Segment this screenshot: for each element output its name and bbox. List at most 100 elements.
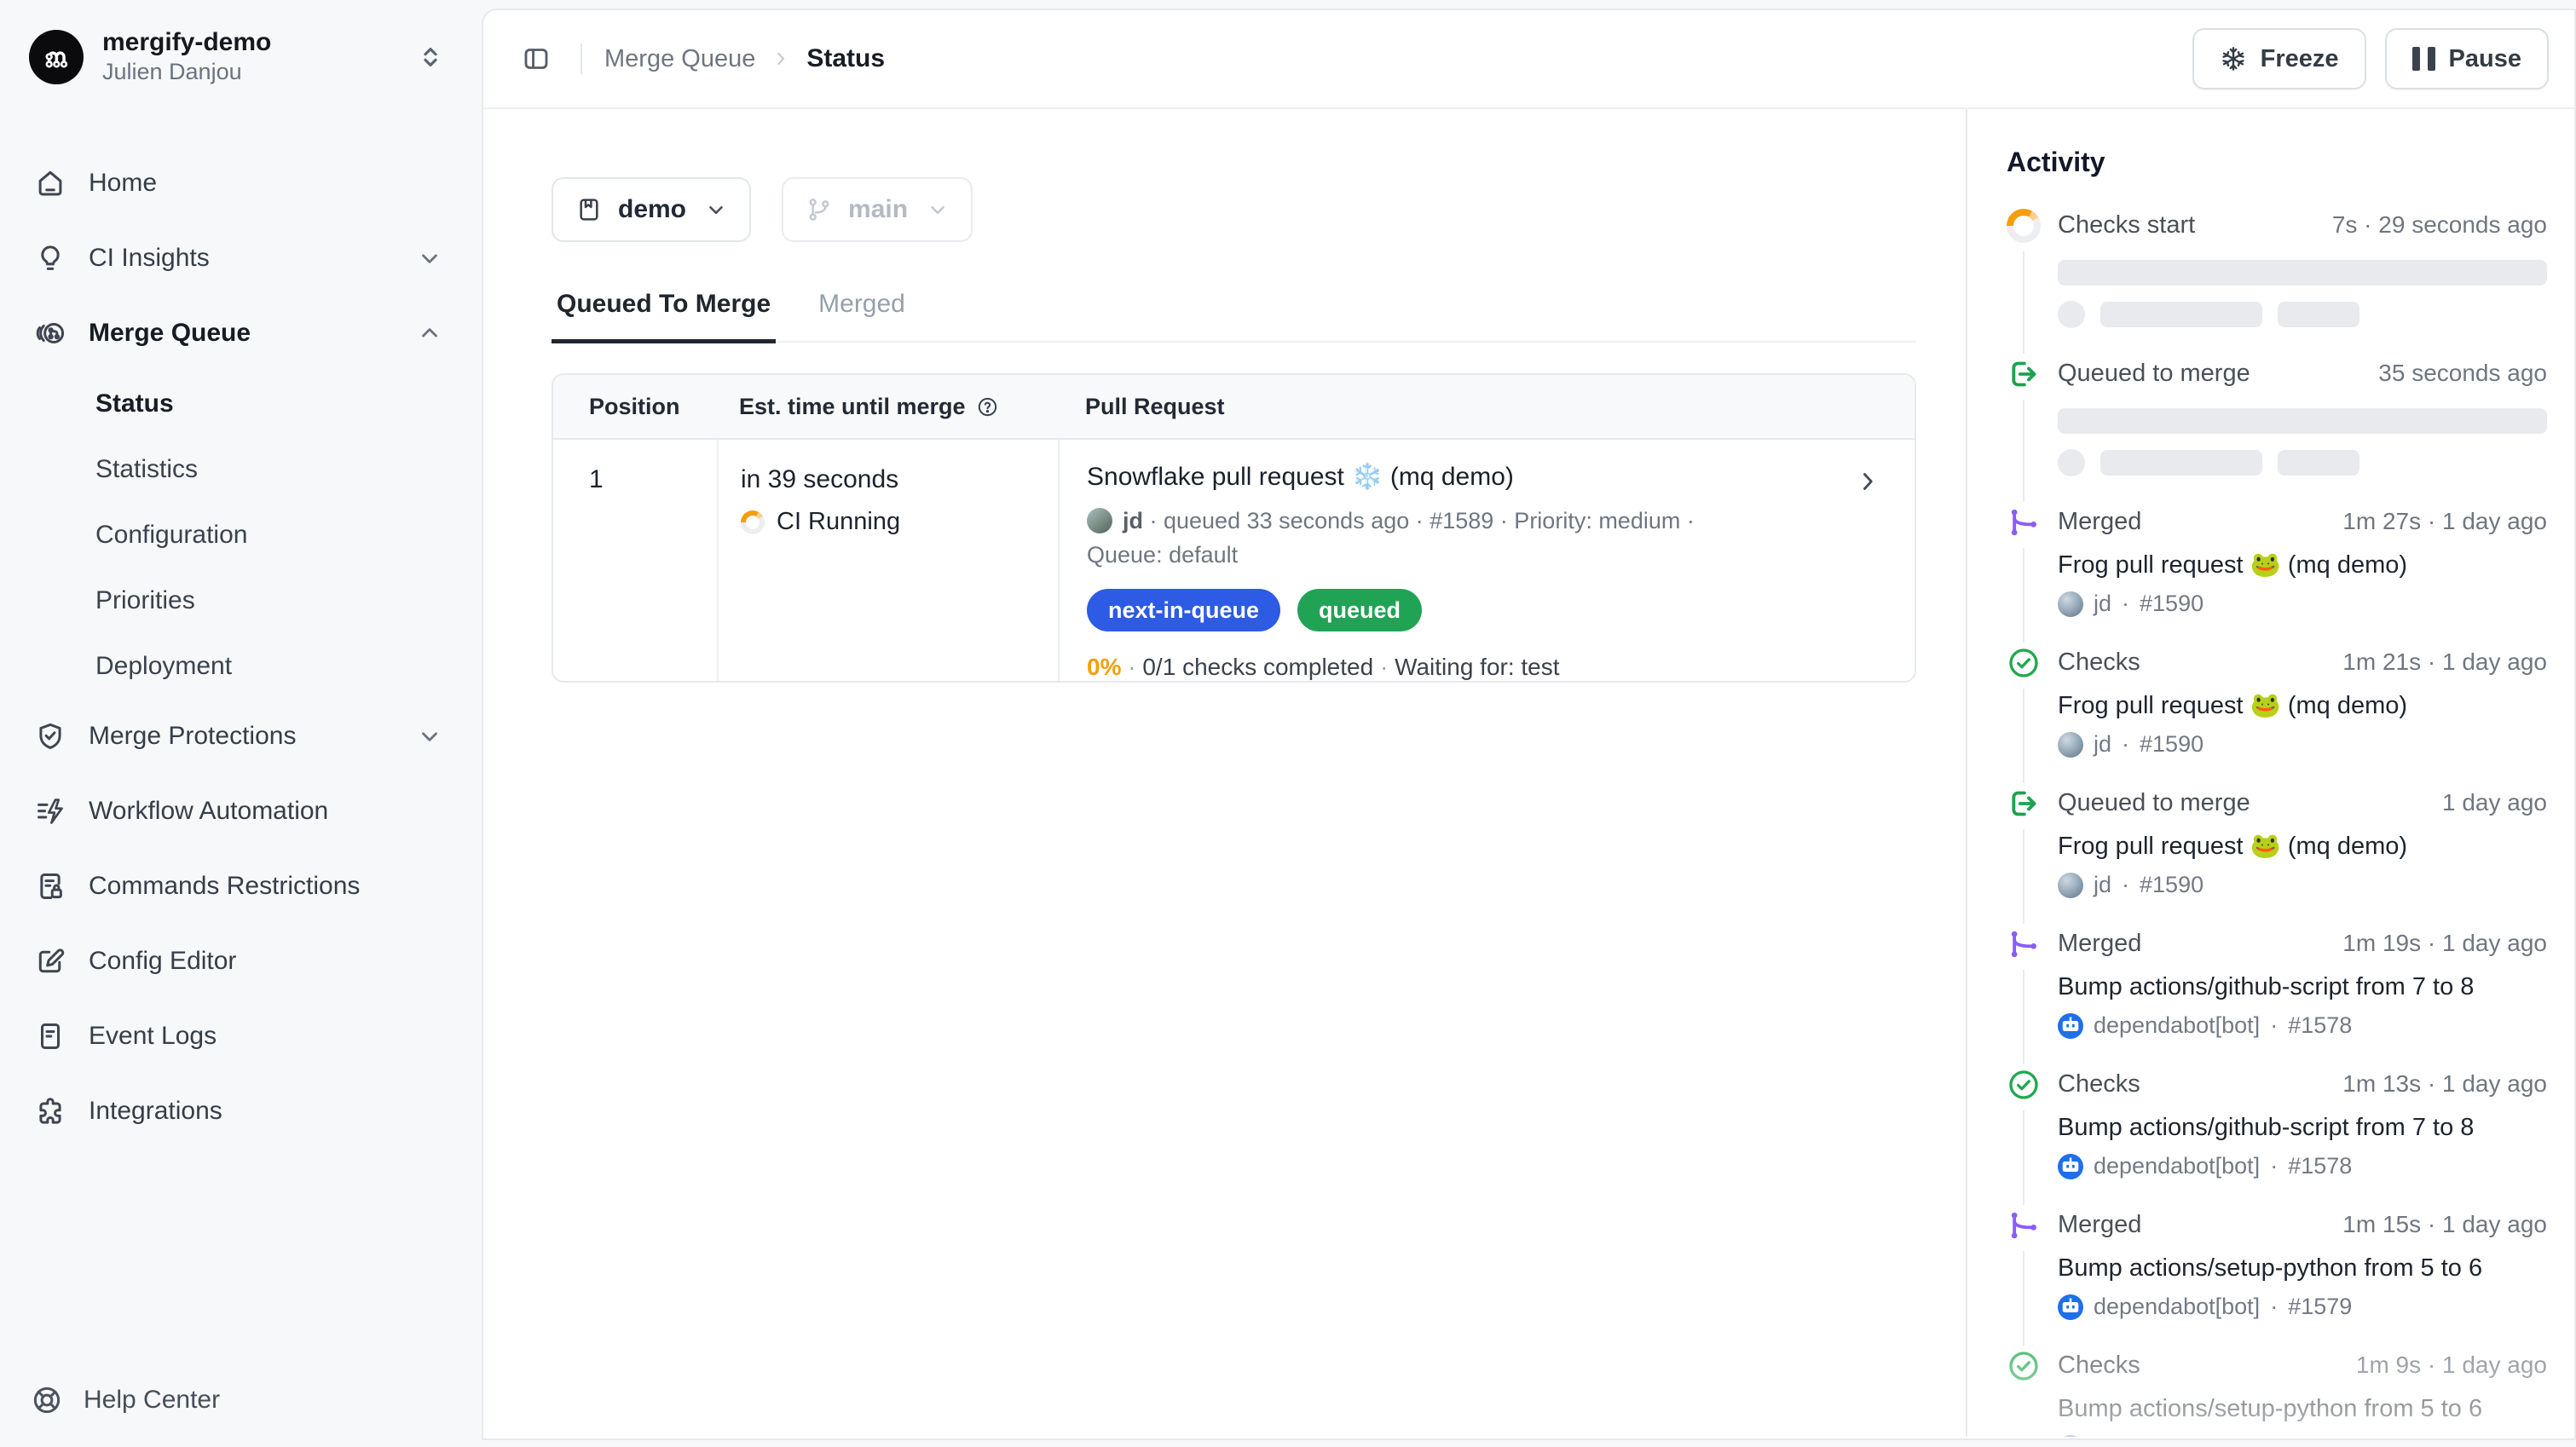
pr-labels: next-in-queue queued <box>1087 589 1829 631</box>
timeline-connector <box>2023 970 2024 1064</box>
sidebar-item-label: Merge Protections <box>89 722 296 751</box>
home-icon <box>34 167 66 199</box>
help-circle-icon[interactable] <box>976 395 999 418</box>
activity-pr-title: Bump actions/github-script from 7 to 8 <box>2058 1112 2547 1143</box>
activity-pr-title: Frog pull request 🐸 (mq demo) <box>2058 831 2547 862</box>
main-panel: Merge Queue Status Freeze Pause <box>482 9 2576 1440</box>
activity-item[interactable]: Checks start 7s · 29 seconds ago <box>2007 209 2547 357</box>
activity-item[interactable]: Merged 1m 27s · 1 day ago Frog pull requ… <box>2007 505 2547 646</box>
freeze-button[interactable]: Freeze <box>2192 28 2366 89</box>
sidebar-item-merge-protections[interactable]: Merge Protections <box>0 699 482 774</box>
row-expand-chevron-icon[interactable] <box>1853 467 1882 496</box>
repository-select[interactable]: demo <box>552 177 751 242</box>
activity-event-title: Checks <box>2058 1068 2140 1100</box>
activity-item[interactable]: Checks 1m 9s · 1 day ago Bump actions/se… <box>2007 1349 2547 1437</box>
skeleton-bar <box>2058 260 2547 285</box>
pause-label: Pause <box>2449 45 2521 73</box>
repo-book-icon <box>575 196 603 223</box>
tab-merged[interactable]: Merged <box>813 288 910 343</box>
activity-item[interactable]: Merged 1m 15s · 1 day ago Bump actions/s… <box>2007 1208 2547 1349</box>
help-center-link[interactable]: Help Center <box>31 1384 220 1416</box>
label-badge: queued <box>1297 589 1422 631</box>
dependabot-icon <box>2058 1154 2083 1179</box>
sidebar-item-config-editor[interactable]: Config Editor <box>0 924 482 999</box>
ci-status-label: CI Running <box>777 508 900 536</box>
sidebar-subitem-priorities[interactable]: Priorities <box>0 568 482 633</box>
activity-pr-title: Frog pull request 🐸 (mq demo) <box>2058 550 2547 580</box>
est-time-value: in 39 seconds <box>741 465 1058 494</box>
document-lines-icon <box>34 1020 66 1052</box>
sidebar-subitem-configuration[interactable]: Configuration <box>0 502 482 568</box>
sidebar-item-label: CI Insights <box>89 244 210 273</box>
queued-to-merge-icon <box>2007 787 2041 821</box>
dependabot-icon <box>2058 1294 2083 1320</box>
activity-pr-title: Bump actions/github-script from 7 to 8 <box>2058 971 2547 1002</box>
chevron-down-icon <box>417 724 442 749</box>
pr-checks-line: 0% · 0/1 checks completed · Waiting for:… <box>1087 654 1829 681</box>
sidebar-item-label: Commands Restrictions <box>89 872 360 901</box>
sidebar-item-event-logs[interactable]: Event Logs <box>0 999 482 1074</box>
puzzle-icon <box>34 1095 66 1127</box>
sidebar-item-ci-insights[interactable]: CI Insights <box>0 221 482 296</box>
check-circle-icon <box>2007 1349 2041 1383</box>
activity-event-title: Checks <box>2058 646 2140 678</box>
document-lock-icon <box>34 870 66 902</box>
queue-row[interactable]: 1 in 39 seconds CI Running Snowflake pul… <box>553 440 1915 681</box>
activity-pr-number: #1579 <box>2288 1294 2352 1320</box>
activity-pr-author: jd <box>2094 872 2111 898</box>
row-pull-request: Snowflake pull request ❄️ (mq demo) jd ·… <box>1058 440 1915 681</box>
sidebar-toggle-button[interactable] <box>514 37 558 81</box>
timeline-connector <box>2023 689 2024 783</box>
git-merge-icon <box>2007 505 2041 539</box>
workspace-switcher[interactable]: mergify-demo Julien Danjou <box>0 0 482 86</box>
chevrons-up-down-icon <box>417 43 444 71</box>
timeline-connector <box>2023 251 2024 354</box>
help-center-label: Help Center <box>84 1386 220 1415</box>
pause-button[interactable]: Pause <box>2385 28 2549 89</box>
sidebar-item-commands-restrictions[interactable]: Commands Restrictions <box>0 849 482 924</box>
sidebar-subitem-deployment[interactable]: Deployment <box>0 633 482 699</box>
skeleton-bar <box>2058 408 2547 434</box>
activity-item[interactable]: Queued to merge 1 day ago Frog pull requ… <box>2007 787 2547 927</box>
snowflake-icon <box>2220 45 2247 72</box>
chevron-up-icon <box>417 320 442 346</box>
activity-item[interactable]: Queued to merge 35 seconds ago <box>2007 357 2547 505</box>
activity-pr-title: Frog pull request 🐸 (mq demo) <box>2058 690 2547 721</box>
sidebar-item-integrations[interactable]: Integrations <box>0 1074 482 1149</box>
activity-pr-title: Bump actions/setup-python from 5 to 6 <box>2058 1393 2547 1424</box>
sidebar-item-merge-queue[interactable]: Merge Queue <box>0 296 482 371</box>
column-position: Position <box>553 394 717 420</box>
row-position: 1 <box>553 440 717 681</box>
checks-progress: 0% <box>1087 654 1121 680</box>
branch-select[interactable]: main <box>782 177 973 242</box>
sidebar: mergify-demo Julien Danjou Home CI Insigh… <box>0 0 482 1447</box>
check-circle-icon <box>2007 646 2041 680</box>
timeline-connector <box>2023 1110 2024 1205</box>
pr-meta: jd · queued 33 seconds ago · #1589 · Pri… <box>1087 504 1829 572</box>
sidebar-item-home[interactable]: Home <box>0 146 482 221</box>
workspace-user-name: Julien Danjou <box>102 58 398 86</box>
sidebar-subitem-statistics[interactable]: Statistics <box>0 436 482 502</box>
activity-item[interactable]: Checks 1m 13s · 1 day ago Bump actions/g… <box>2007 1068 2547 1208</box>
sidebar-subitem-status[interactable]: Status <box>0 371 482 436</box>
breadcrumb-current: Status <box>806 44 885 73</box>
skeleton-bar <box>2100 302 2262 327</box>
sidebar-item-workflow-automation[interactable]: Workflow Automation <box>0 774 482 849</box>
chevron-down-icon <box>705 199 727 221</box>
table-header: Position Est. time until merge Pull Requ… <box>553 375 1915 440</box>
topbar: Merge Queue Status Freeze Pause <box>483 10 2574 109</box>
author-avatar <box>2058 873 2083 898</box>
breadcrumb-parent[interactable]: Merge Queue <box>604 45 755 73</box>
check-circle-icon <box>2007 1068 2041 1102</box>
chevron-right-icon <box>771 49 791 69</box>
activity-item[interactable]: Merged 1m 19s · 1 day ago Bump actions/g… <box>2007 927 2547 1068</box>
pr-title[interactable]: Snowflake pull request ❄️ (mq demo) <box>1087 462 1829 492</box>
activity-pr-author: jd <box>2094 591 2111 617</box>
dependabot-icon <box>2058 1435 2083 1438</box>
activity-item[interactable]: Checks 1m 21s · 1 day ago Frog pull requ… <box>2007 646 2547 787</box>
mergify-logo-icon <box>29 30 84 84</box>
shield-check-icon <box>34 720 66 752</box>
skeleton-bar <box>2278 302 2359 327</box>
tab-queued-to-merge[interactable]: Queued To Merge <box>552 288 776 343</box>
workflow-bolt-icon <box>34 795 66 827</box>
